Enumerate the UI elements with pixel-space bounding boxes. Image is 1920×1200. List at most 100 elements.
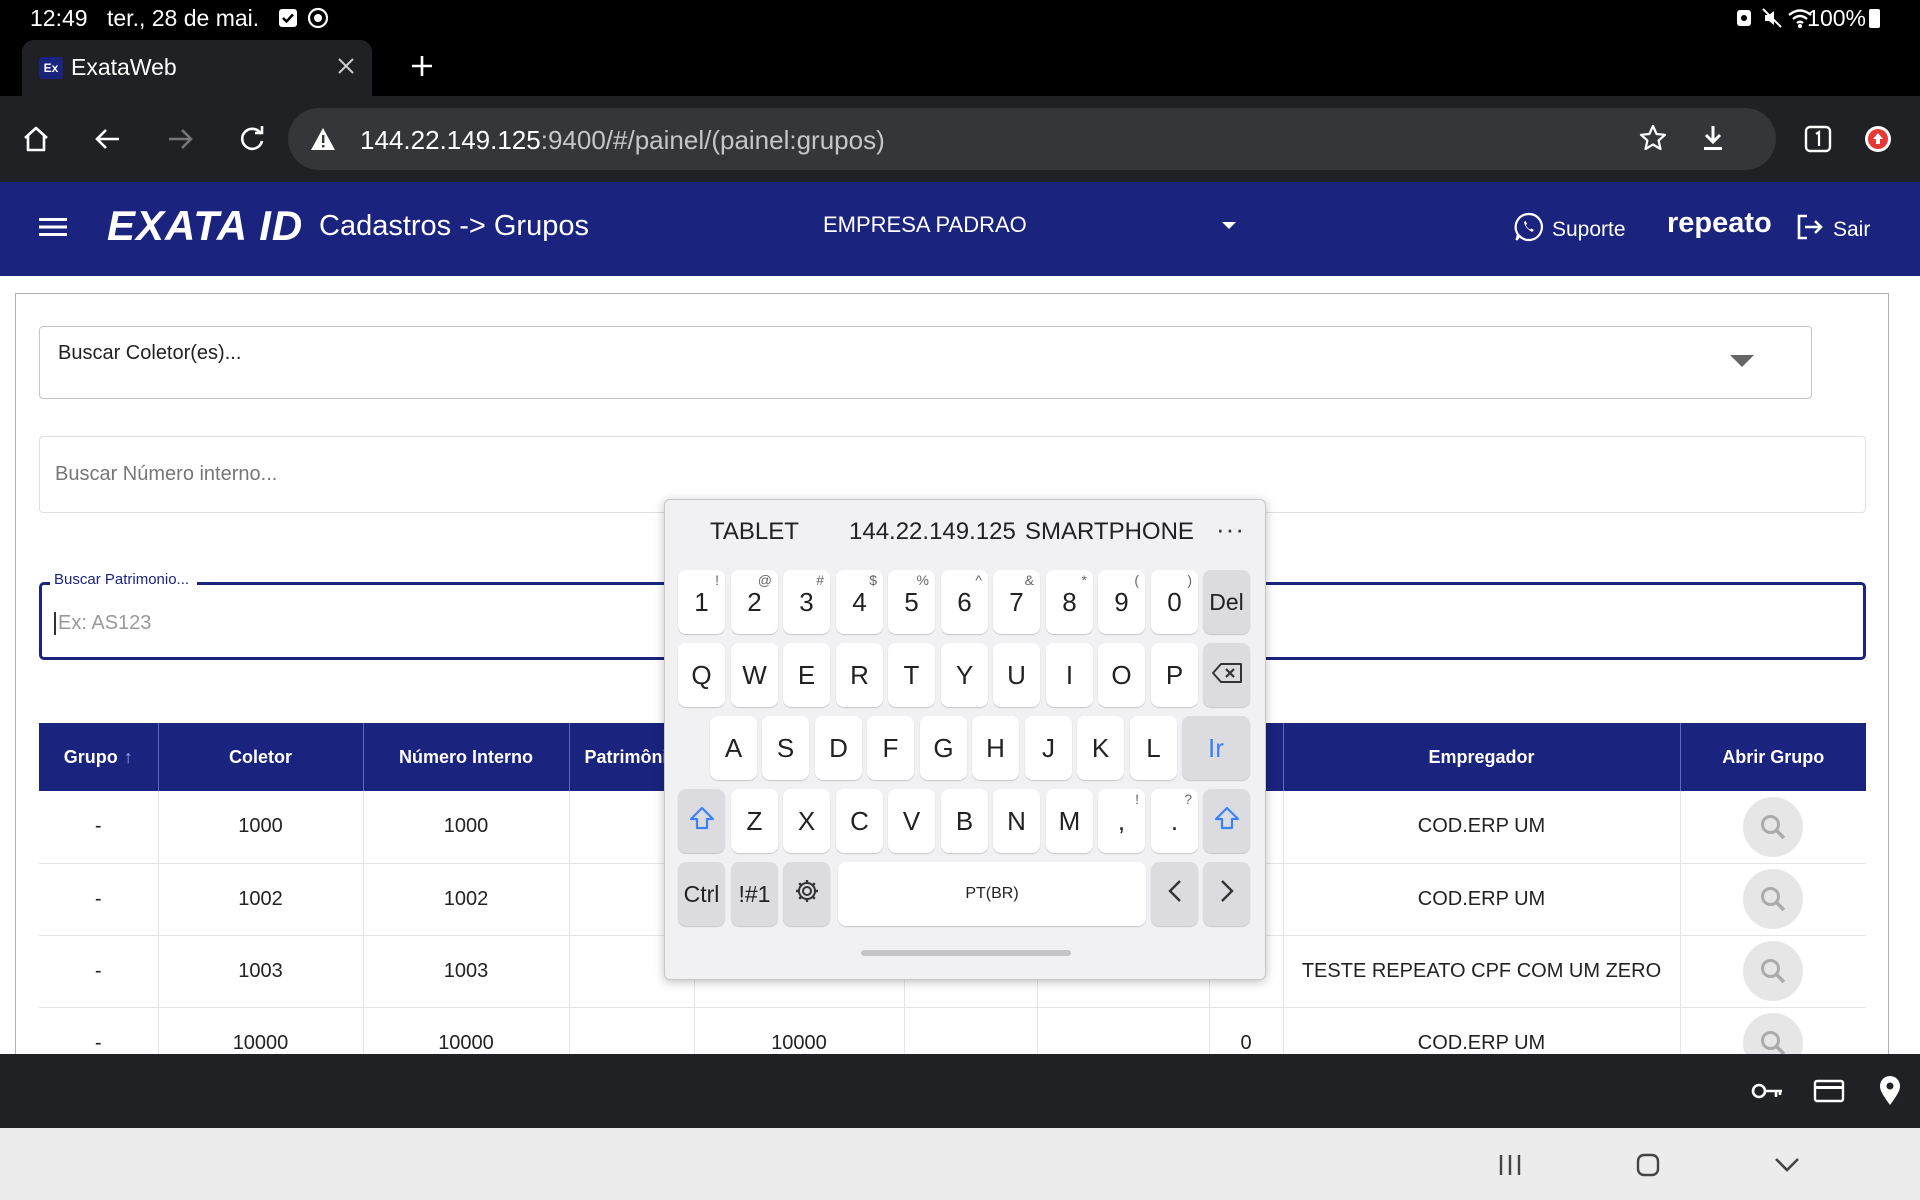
key-t[interactable]: T (888, 643, 935, 707)
col-header-coletor[interactable]: Coletor (158, 723, 364, 791)
download-icon[interactable] (1698, 123, 1728, 158)
key-7[interactable]: 7 & (993, 570, 1040, 634)
tab-close-icon[interactable] (330, 50, 362, 82)
home-button-icon[interactable] (1628, 1150, 1668, 1180)
cursor-right-key[interactable] (1203, 862, 1250, 926)
go-key[interactable]: Ir (1182, 716, 1250, 780)
gear-icon (794, 878, 820, 911)
cell-abrir-grupo (1680, 935, 1866, 1008)
key-1[interactable]: 1! (678, 570, 725, 634)
tab-count-icon[interactable] (1796, 117, 1840, 161)
col-header-grupo[interactable]: Grupo ↑ (39, 723, 159, 791)
key-w[interactable]: W (731, 643, 778, 707)
company-dropdown-icon[interactable] (1222, 222, 1236, 229)
key-6[interactable]: 6 ^ (941, 570, 988, 634)
key-4[interactable]: 4 $ (836, 570, 883, 634)
key-y[interactable]: Y (941, 643, 988, 707)
key-z[interactable]: Z (731, 789, 778, 853)
key-h[interactable]: H (972, 716, 1019, 780)
address-bar[interactable]: 144.22.149.125:9400/#/painel/(painel:gru… (288, 108, 1776, 170)
shift-icon (1214, 805, 1240, 838)
location-pin-icon[interactable] (1872, 1076, 1908, 1106)
key-p[interactable]: P (1151, 643, 1198, 707)
credit-card-icon[interactable] (1811, 1076, 1847, 1106)
collector-dropdown-icon[interactable] (1730, 355, 1754, 367)
symbols-key[interactable]: !#1 (731, 862, 778, 926)
key-8[interactable]: 8 * (1046, 570, 1093, 634)
keyboard-settings-key[interactable] (783, 862, 830, 926)
tab-favicon: Ex (39, 57, 63, 79)
delete-key[interactable]: Del (1203, 570, 1250, 634)
col-header-empregador[interactable]: Empregador (1283, 723, 1681, 791)
sort-up-arrow-icon[interactable]: ↑ (124, 747, 133, 767)
key-d[interactable]: D (815, 716, 862, 780)
key-b[interactable]: B (941, 789, 988, 853)
key-m[interactable]: M (1046, 789, 1093, 853)
new-tab-icon[interactable] (402, 46, 442, 86)
suggestion-tablet[interactable]: TABLET (710, 518, 799, 546)
key-l[interactable]: L (1130, 716, 1177, 780)
col-header-numero-interno[interactable]: Número Interno (363, 723, 570, 791)
browser-tab[interactable]: Ex ExataWeb (22, 40, 372, 96)
home-icon[interactable] (14, 117, 58, 161)
key-e[interactable]: E (783, 643, 830, 707)
key-s[interactable]: S (762, 716, 809, 780)
backspace-icon (1211, 660, 1243, 691)
key-r[interactable]: R (836, 643, 883, 707)
logout-button[interactable]: Sair (1795, 212, 1870, 248)
more-options-icon[interactable]: ··· (1216, 514, 1245, 545)
key-o[interactable]: O (1098, 643, 1145, 707)
bookmark-star-icon[interactable] (1638, 123, 1668, 158)
forward-arrow-icon[interactable] (158, 117, 202, 161)
suggestion-ip[interactable]: 144.22.149.125 (849, 518, 1016, 546)
ctrl-key[interactable]: Ctrl (678, 862, 725, 926)
shift-right-key[interactable] (1203, 789, 1250, 853)
reload-icon[interactable] (230, 117, 274, 161)
key-v[interactable]: V (888, 789, 935, 853)
backspace-key[interactable] (1203, 643, 1250, 707)
recent-apps-icon[interactable] (1490, 1150, 1530, 1180)
suggestion-smartphone[interactable]: SMARTPHONE (1025, 518, 1194, 546)
key-comma[interactable]: ,! (1098, 789, 1145, 853)
cursor-left-key[interactable] (1151, 862, 1198, 926)
key-j[interactable]: J (1025, 716, 1072, 780)
tab-strip: Ex ExataWeb (0, 36, 1920, 96)
hide-keyboard-chevron-icon[interactable] (1767, 1150, 1807, 1180)
status-date: ter., 28 de mai. (107, 5, 260, 31)
space-key[interactable]: PT(BR) (838, 862, 1146, 926)
battery-level: 100% (1807, 5, 1880, 32)
profile-update-icon[interactable] (1856, 117, 1900, 161)
key-x[interactable]: X (783, 789, 830, 853)
key-k[interactable]: K (1077, 716, 1124, 780)
open-group-search-icon[interactable] (1743, 941, 1804, 1001)
shift-left-key[interactable] (678, 789, 725, 853)
key-2[interactable]: 2 @ (731, 570, 778, 634)
key-q[interactable]: Q (678, 643, 725, 707)
patrimony-label: Buscar Patrimonio... (50, 571, 198, 588)
not-secure-warning-icon[interactable] (310, 127, 336, 156)
key-c[interactable]: C (836, 789, 883, 853)
support-button[interactable]: Suporte (1514, 212, 1626, 248)
key-period[interactable]: .? (1151, 789, 1198, 853)
key-5[interactable]: 5% (888, 570, 935, 634)
menu-hamburger-icon[interactable] (38, 215, 68, 239)
open-group-search-icon[interactable] (1743, 869, 1804, 929)
open-group-search-icon[interactable] (1743, 796, 1804, 857)
collector-search-select[interactable]: Buscar Coletor(es)... (39, 326, 1812, 399)
status-bar: 12:49 ter., 28 de mai. 100% (0, 0, 1920, 36)
key-a[interactable]: A (710, 716, 757, 780)
key-f[interactable]: F (867, 716, 914, 780)
keyboard-drag-handle[interactable] (861, 950, 1071, 956)
key-9[interactable]: 9( (1098, 570, 1145, 634)
key-i[interactable]: I (1046, 643, 1093, 707)
col-header-abrir-grupo: Abrir Grupo (1680, 723, 1866, 791)
support-label: Suporte (1552, 218, 1626, 241)
key-n[interactable]: N (993, 789, 1040, 853)
back-arrow-icon[interactable] (86, 117, 130, 161)
key-0[interactable]: 0) (1151, 570, 1198, 634)
key-3[interactable]: 3 # (783, 570, 830, 634)
key-u[interactable]: U (993, 643, 1040, 707)
key-icon[interactable] (1750, 1076, 1786, 1106)
patrimony-placeholder: Ex: AS123 (54, 612, 151, 635)
key-g[interactable]: G (920, 716, 967, 780)
